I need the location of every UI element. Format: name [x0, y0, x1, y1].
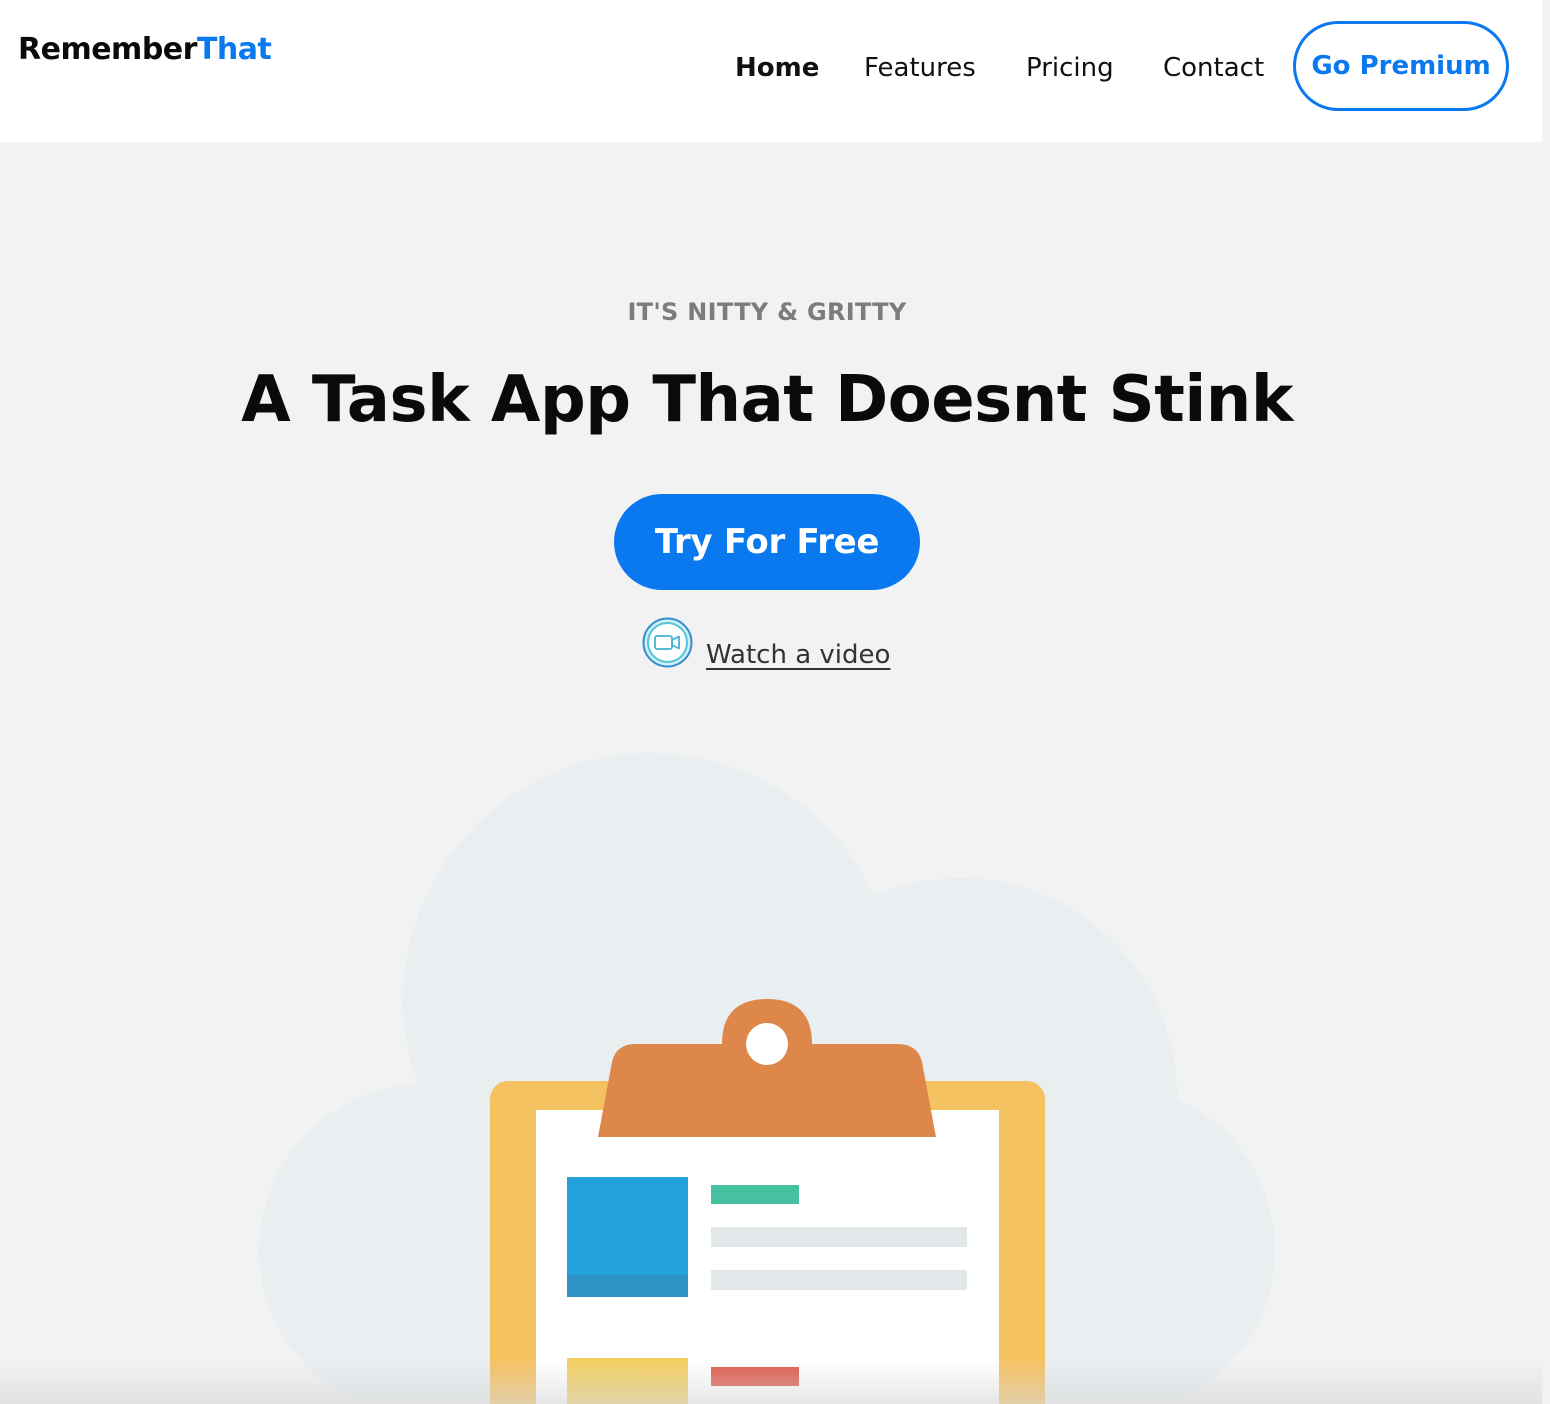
watch-video-link[interactable]: Watch a video: [706, 640, 890, 670]
hero-eyebrow: IT'S NITTY & GRITTY: [627, 298, 907, 326]
task-card-yellow: [567, 1358, 688, 1404]
clipboard-illustration: [259, 753, 1275, 1404]
task-bar-red: [711, 1367, 799, 1386]
try-for-free-button[interactable]: Try For Free: [614, 494, 920, 590]
brand-logo[interactable]: RememberThat: [18, 30, 272, 70]
site-header: RememberThat Home Features Pricing Conta…: [0, 0, 1542, 142]
brand-name-part1: Remember: [18, 32, 197, 67]
nav-item-contact[interactable]: Contact: [1163, 50, 1264, 86]
nav-item-home[interactable]: Home: [735, 50, 819, 86]
brand-name-part2: That: [196, 32, 272, 67]
nav-item-features[interactable]: Features: [864, 50, 976, 86]
nav-item-pricing[interactable]: Pricing: [1026, 50, 1114, 86]
task-bar-green: [711, 1185, 799, 1204]
video-camera-icon[interactable]: [642, 617, 693, 668]
scrollbar-gutter: [1542, 0, 1550, 1404]
go-premium-button[interactable]: Go Premium: [1293, 21, 1509, 111]
task-line-1: [711, 1227, 967, 1247]
hero-title: A Task App That Doesnt Stink: [241, 363, 1293, 437]
clipboard-clip-hole: [746, 1023, 788, 1065]
task-line-2: [711, 1270, 967, 1290]
